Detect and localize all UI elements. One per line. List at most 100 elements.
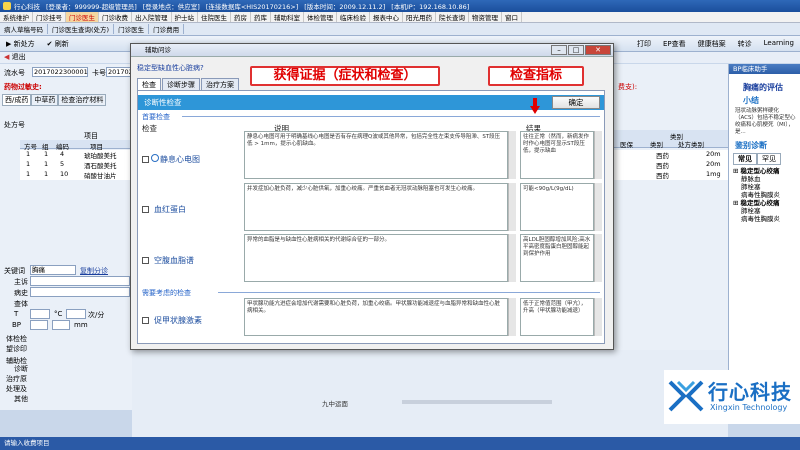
menu-item[interactable]: 辅助科室 xyxy=(271,12,304,22)
result-box-lipid[interactable]: 高LDL胆固醇增加风险;高水平高密度脂蛋白胆固醇能起到保护作用 xyxy=(520,234,594,282)
status-text: 请输入收费项目 xyxy=(4,439,50,447)
cell-category: 西药 xyxy=(656,152,669,160)
card-field[interactable]: 2017022 xyxy=(106,67,137,77)
desc-box-tsh[interactable]: 甲状腺功能亢进症会增加代谢需要和心脏负荷，加重心绞痛。甲状腺功能减退症与血脂异常… xyxy=(244,298,508,336)
grid-header: 方号 组 编码 项目 xyxy=(20,140,132,151)
maximize-button[interactable]: □ xyxy=(568,45,584,55)
table-row[interactable]: 1 1 5 酒石酸美托 xyxy=(20,160,132,170)
check-lipid-checkbox[interactable] xyxy=(142,257,149,264)
scrollbar[interactable] xyxy=(508,234,516,282)
assistant-title: 胸痛的评估 xyxy=(743,83,783,92)
cell-rx: 1mg xyxy=(706,170,721,178)
result-box-hemoglobin[interactable]: 可能<90g/L(9g/dL) xyxy=(520,183,594,231)
list-item[interactable]: 静脉血 xyxy=(733,175,800,183)
minimize-button[interactable]: – xyxy=(551,45,567,55)
history-field[interactable] xyxy=(30,287,130,297)
menu-item[interactable]: 物资管理 xyxy=(469,12,502,22)
table-row[interactable]: 1 1 10 硝酸甘油片 xyxy=(20,170,132,180)
tab-common[interactable]: 常见 xyxy=(733,153,757,165)
new-rx-label: 新处方 xyxy=(13,39,35,48)
cell-code: 4 xyxy=(60,150,65,158)
temp-unit: °C xyxy=(54,310,63,318)
menu-item[interactable]: 门诊收费 xyxy=(99,12,132,22)
list-item[interactable]: 肺栓塞 xyxy=(733,207,800,215)
desc-box-lipid[interactable]: 异常的血脂是与缺血性心脏病相关的代谢综合征的一部分。 xyxy=(244,234,508,282)
table-row[interactable]: 1 1 4 琥珀酸美托 xyxy=(20,150,132,160)
doc-tab[interactable]: 门诊医生 xyxy=(114,24,150,34)
menu-item[interactable]: 窗口 xyxy=(502,12,522,22)
ep-view-button[interactable]: EP查看 xyxy=(657,39,692,49)
dialog-title: 辅助问诊 xyxy=(145,46,171,54)
menu-item-active[interactable]: 门诊医生 xyxy=(66,12,99,22)
sub-tab-western[interactable]: 西/成药 xyxy=(2,94,32,106)
temp-label: T xyxy=(14,310,19,318)
complaint-field[interactable] xyxy=(30,276,130,286)
tab-rare[interactable]: 罕见 xyxy=(757,153,781,165)
bp-dia-field[interactable] xyxy=(52,320,70,330)
doc-tab[interactable]: 病人草稿号码 xyxy=(0,24,48,34)
sub-tab-exam[interactable]: 检查治疗材料 xyxy=(58,94,107,106)
referral-button[interactable]: 转诊 xyxy=(732,39,758,49)
left-panel: 流水号 2017022300001 卡号 2017022 药物过敏史: 西/成药… xyxy=(0,64,137,410)
list-item[interactable]: 病毒性胸膜炎 xyxy=(733,215,800,223)
scrollbar[interactable] xyxy=(508,131,516,179)
check-hemoglobin-checkbox[interactable] xyxy=(142,206,149,213)
horizontal-scrollbar[interactable] xyxy=(402,400,552,404)
refresh-button[interactable]: ✔ 刷新 xyxy=(41,39,75,49)
scrollbar[interactable] xyxy=(594,183,602,231)
scrollbar[interactable] xyxy=(508,183,516,231)
cell-group: 1 xyxy=(44,160,49,168)
list-item[interactable]: ⊞ 稳定型心绞痛 xyxy=(733,199,800,207)
assisted-consult-dialog: 辅助问诊 – □ ✕ 稳定型缺血性心脏病? 检查 诊断步骤 治疗方案 诊断性检查… xyxy=(130,43,614,350)
list-item[interactable]: 病毒性胸膜炎 xyxy=(733,191,800,199)
menu-item[interactable]: 院长查询 xyxy=(436,12,469,22)
menu-item[interactable]: 药房 xyxy=(231,12,251,22)
scrollbar[interactable] xyxy=(594,131,602,179)
title-part-4: [版本时间：2009.12.11.2] xyxy=(304,3,386,11)
menu-item[interactable]: 报表中心 xyxy=(370,12,403,22)
check-tsh-checkbox[interactable] xyxy=(142,317,149,324)
bp-sys-field[interactable] xyxy=(30,320,48,330)
indicator-annotation: 检查指标 xyxy=(488,66,584,86)
check-ecg-checkbox[interactable] xyxy=(142,156,149,163)
close-button[interactable]: ✕ xyxy=(585,45,611,55)
menu-item[interactable]: 住院医生 xyxy=(198,12,231,22)
result-box-tsh[interactable]: 低于正常值范围（甲亢），升高（甲状腺功能减退） xyxy=(520,298,594,336)
menu-item[interactable]: 出入院管理 xyxy=(132,12,172,22)
table-row[interactable]: 西药 1mg xyxy=(614,170,728,180)
print-button[interactable]: 打印 xyxy=(631,39,657,49)
menu-item[interactable]: 药库 xyxy=(251,12,271,22)
exit-button[interactable]: 退出 xyxy=(12,53,26,61)
menu-item[interactable]: 阳光用药 xyxy=(403,12,436,22)
table-row[interactable]: 西药 20m xyxy=(614,160,728,170)
copy-triage-link[interactable]: 复制分诊 xyxy=(80,266,108,276)
learning-button[interactable]: Learning xyxy=(758,39,800,49)
health-record-button[interactable]: 健康档案 xyxy=(692,39,732,49)
serial-field[interactable]: 2017022300001 xyxy=(32,67,88,77)
ok-button[interactable]: 确定 xyxy=(552,96,600,109)
menu-item[interactable]: 护士站 xyxy=(172,12,198,22)
scrollbar[interactable] xyxy=(508,298,516,336)
pulse-field[interactable] xyxy=(66,309,86,319)
list-item[interactable]: ⊞ 稳定型心绞痛 xyxy=(733,167,800,175)
scrollbar[interactable] xyxy=(594,234,602,282)
keyword-field[interactable]: 胸痛 xyxy=(30,265,76,275)
desc-box-hemoglobin[interactable]: 并发症加心脏负荷，减少心脏供氧，加重心绞痛。严重贫血者无冠状动脉阻塞也可发生心绞… xyxy=(244,183,508,231)
table-row[interactable]: 西药 20m xyxy=(614,150,728,160)
doc-tab[interactable]: 门诊医生查询(处方) xyxy=(48,24,115,34)
temp-field[interactable] xyxy=(30,309,50,319)
result-box-ecg[interactable]: 往往正常（然而，新病发作时作心电图可显示ST段压低，提示缺血 xyxy=(520,131,594,179)
rx-number-label: 处方号 xyxy=(4,121,25,129)
menu-item[interactable]: 系统维护 xyxy=(0,12,33,22)
list-item[interactable]: 肺栓塞 xyxy=(733,183,800,191)
desc-box-ecg[interactable]: 静息心电图可用于明确基线心电图是否有存在病理Q波或其他异常，包括完全性左束支传导… xyxy=(244,131,508,179)
exit-icon: ◀ xyxy=(4,53,10,61)
menu-item[interactable]: 临床检验 xyxy=(337,12,370,22)
new-rx-button[interactable]: ▶ 新处方 xyxy=(0,39,41,49)
menu-bar: 系统维护 门诊挂号 门诊医生 门诊收费 出入院管理 护士站 住院医生 药房 药库… xyxy=(0,12,800,23)
menu-item[interactable]: 体检管理 xyxy=(304,12,337,22)
sub-tab-herbal[interactable]: 中草药 xyxy=(31,94,59,106)
doc-tab[interactable]: 门诊费用 xyxy=(149,24,185,34)
scrollbar[interactable] xyxy=(594,298,602,336)
menu-item[interactable]: 门诊挂号 xyxy=(33,12,66,22)
